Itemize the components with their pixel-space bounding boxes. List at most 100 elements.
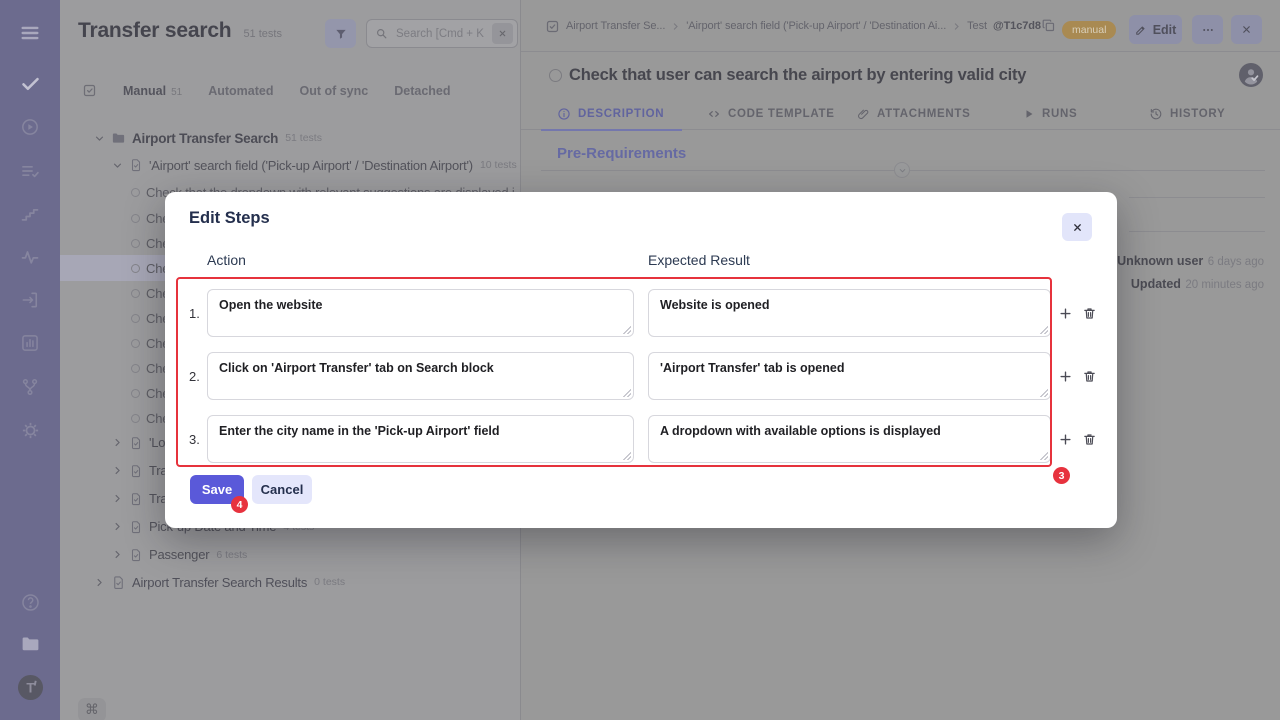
play-icon xyxy=(1023,108,1035,120)
assignee-avatar-icon[interactable] xyxy=(1239,63,1263,87)
author-meta: Unknown user 6 days ago xyxy=(1117,252,1264,270)
step-row-2: 2. Click on 'Airport Transfer' tab on Se… xyxy=(165,352,1117,400)
trash-icon xyxy=(1082,306,1097,321)
tree-suite-passenger[interactable]: Passenger 6 tests xyxy=(60,541,520,568)
add-step-button[interactable] xyxy=(1058,289,1073,337)
modal-close-button[interactable] xyxy=(1062,213,1092,241)
pulse-activity-icon[interactable] xyxy=(0,247,60,267)
gear-settings-icon[interactable] xyxy=(0,420,60,441)
step-expected-input[interactable]: Website is opened xyxy=(648,289,1051,337)
plus-icon xyxy=(1058,432,1073,447)
suite-doc-icon xyxy=(129,436,143,450)
test-status-circle xyxy=(131,214,140,223)
delete-step-button[interactable] xyxy=(1082,352,1097,400)
test-status-circle xyxy=(549,69,562,82)
close-icon xyxy=(1072,222,1083,233)
search-icon xyxy=(375,27,388,40)
signin-door-icon[interactable] xyxy=(0,290,60,310)
chevron-right-icon[interactable] xyxy=(112,465,123,476)
docs-folder-icon[interactable] xyxy=(0,634,60,655)
breadcrumb: Airport Transfer Se... 'Airport' search … xyxy=(545,0,1041,52)
reports-chart-icon[interactable] xyxy=(0,333,60,353)
filter-tab-out-of-sync[interactable]: Out of sync xyxy=(299,84,368,98)
filter-button[interactable] xyxy=(325,19,356,48)
trash-icon xyxy=(1082,432,1097,447)
history-clock-icon xyxy=(1149,107,1163,121)
help-icon[interactable] xyxy=(0,592,60,613)
tree-suite-results[interactable]: Airport Transfer Search Results 0 tests xyxy=(60,568,520,596)
paperclip-icon xyxy=(857,108,870,121)
test-status-circle xyxy=(131,389,140,398)
tab-description[interactable]: DESCRIPTION xyxy=(541,98,682,130)
edit-button[interactable]: Edit xyxy=(1129,15,1182,44)
runs-play-circle-icon[interactable] xyxy=(0,117,60,137)
tree-root-folder[interactable]: Airport Transfer Search 51 tests xyxy=(60,125,520,151)
tab-attachments[interactable]: ATTACHMENTS xyxy=(857,98,971,130)
collapse-toggle-icon[interactable] xyxy=(894,162,910,178)
step-action-input[interactable]: Open the website xyxy=(207,289,634,337)
chevron-right-icon xyxy=(952,22,961,31)
chevron-right-icon[interactable] xyxy=(94,577,105,588)
filter-tab-manual[interactable]: Manual51 xyxy=(123,84,182,98)
step-expected-input[interactable]: A dropdown with available options is dis… xyxy=(648,415,1051,463)
chevron-right-icon[interactable] xyxy=(112,549,123,560)
pre-requirements-heading: Pre-Requirements xyxy=(557,145,686,162)
copy-icon[interactable] xyxy=(1041,18,1056,33)
search-input[interactable] xyxy=(394,27,486,41)
test-id[interactable]: @T1c7d8... xyxy=(993,20,1041,32)
test-status-circle xyxy=(131,414,140,423)
breadcrumb-test[interactable]: Test xyxy=(967,20,987,32)
close-panel-button[interactable] xyxy=(1231,15,1262,44)
breadcrumb-bar: Airport Transfer Se... 'Airport' search … xyxy=(521,0,1280,52)
search-box xyxy=(366,19,518,48)
more-actions-button[interactable] xyxy=(1192,15,1223,44)
project-tests-count: 51 tests xyxy=(243,28,282,40)
branch-icon[interactable] xyxy=(0,377,60,397)
chevron-down-icon[interactable] xyxy=(112,160,123,171)
chevron-right-icon[interactable] xyxy=(112,437,123,448)
menu-icon[interactable] xyxy=(0,22,60,44)
step-number: 3. xyxy=(189,415,200,463)
step-row-3: 3. Enter the city name in the 'Pick-up A… xyxy=(165,415,1117,463)
filter-tab-detached[interactable]: Detached xyxy=(394,84,450,98)
cancel-button[interactable]: Cancel xyxy=(252,475,312,504)
delete-step-button[interactable] xyxy=(1082,415,1097,463)
add-step-button[interactable] xyxy=(1058,352,1073,400)
tests-check-icon[interactable] xyxy=(0,73,60,94)
tab-runs[interactable]: RUNS xyxy=(1023,98,1077,130)
author-time: 6 days ago xyxy=(1208,256,1264,268)
add-step-button[interactable] xyxy=(1058,415,1073,463)
filter-tab-automated[interactable]: Automated xyxy=(208,84,273,98)
chevron-right-icon[interactable] xyxy=(112,521,123,532)
suite-doc-icon xyxy=(129,492,143,506)
close-icon xyxy=(1241,24,1252,35)
test-status-circle xyxy=(131,364,140,373)
select-all-icon[interactable] xyxy=(82,83,97,98)
tab-code-template[interactable]: CODE TEMPLATE xyxy=(707,98,835,130)
tree-suite-airport-search-field[interactable]: 'Airport' search field ('Pick-up Airport… xyxy=(60,152,520,178)
plans-list-check-icon[interactable] xyxy=(0,161,60,181)
step-action-input[interactable]: Enter the city name in the 'Pick-up Airp… xyxy=(207,415,634,463)
step-expected-input[interactable]: 'Airport Transfer' tab is opened xyxy=(648,352,1051,400)
chevron-down-icon[interactable] xyxy=(94,133,105,144)
step-action-input[interactable]: Click on 'Airport Transfer' tab on Searc… xyxy=(207,352,634,400)
pencil-icon xyxy=(1135,24,1147,36)
search-clear-icon[interactable] xyxy=(492,23,513,44)
command-shortcut-button[interactable]: ⌘ xyxy=(78,698,106,720)
annotation-badge-3: 3 xyxy=(1053,467,1070,484)
step-row-1: 1. Open the website Website is opened xyxy=(165,289,1117,337)
plus-icon xyxy=(1058,306,1073,321)
trash-icon xyxy=(1082,369,1097,384)
svg-text:T: T xyxy=(26,680,35,695)
plus-icon xyxy=(1058,369,1073,384)
breadcrumb-suite[interactable]: 'Airport' search field ('Pick-up Airport… xyxy=(686,20,946,32)
delete-step-button[interactable] xyxy=(1082,289,1097,337)
tab-history[interactable]: HISTORY xyxy=(1149,98,1225,130)
step-number: 1. xyxy=(189,289,200,337)
breadcrumb-project[interactable]: Airport Transfer Se... xyxy=(566,20,665,32)
edit-steps-modal: Edit Steps Action Expected Result 1. Ope… xyxy=(165,192,1117,528)
steps-stairs-icon[interactable] xyxy=(0,204,60,224)
logo-avatar[interactable]: T xyxy=(0,674,60,701)
test-status-circle xyxy=(131,289,140,298)
chevron-right-icon[interactable] xyxy=(112,493,123,504)
